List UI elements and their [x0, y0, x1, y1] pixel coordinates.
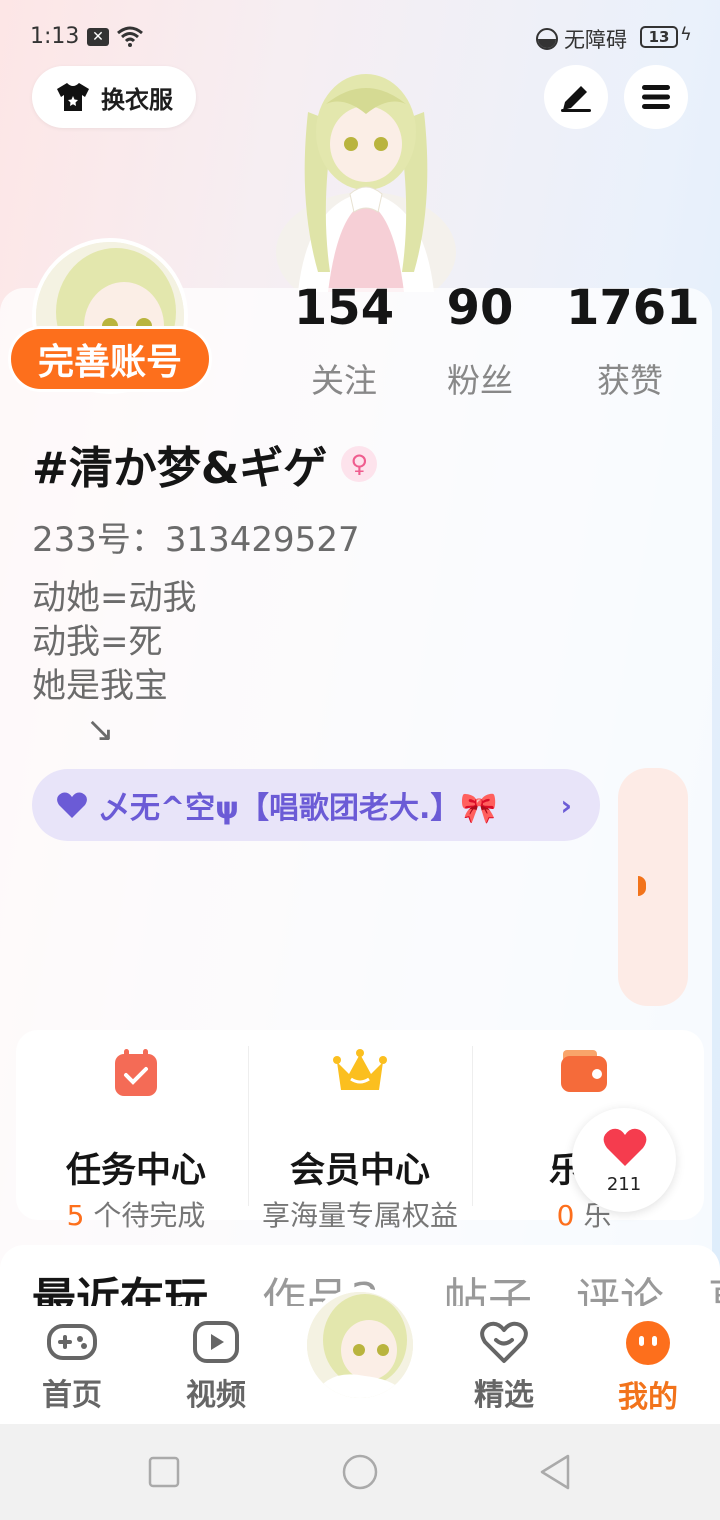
center-avatar-button[interactable]: [303, 1288, 417, 1402]
vip-center-title: 会员中心: [289, 1151, 430, 1191]
heart-icon: [603, 1128, 647, 1166]
heart-icon: [57, 792, 87, 818]
avatar-image: [307, 1292, 413, 1398]
side-banner[interactable]: [618, 768, 688, 1006]
change-outfit-button[interactable]: 换衣服: [32, 66, 196, 128]
gamepad-icon: [47, 1324, 97, 1360]
nav-me[interactable]: 我的: [588, 1320, 708, 1416]
task-center-count: 5: [66, 1199, 85, 1232]
menu-icon: [642, 85, 670, 109]
play-icon: [193, 1321, 239, 1363]
pencil-icon: [561, 86, 591, 112]
chevron-right-icon: ›: [560, 788, 572, 822]
smile-face-icon: [626, 1321, 670, 1365]
task-center-text: 个待完成: [84, 1199, 206, 1232]
nav-home[interactable]: 首页: [12, 1320, 132, 1414]
guild-badge[interactable]: 乄无^空ψ【唱歌团老大.】🎀 ›: [32, 769, 600, 841]
bio: 动她=动我 动我=死 她是我宝 ↘: [32, 578, 197, 750]
character-figure[interactable]: [268, 52, 464, 292]
task-center-entry[interactable]: 任务中心 5 个待完成: [24, 1030, 248, 1232]
nav-video-label: 视频: [186, 1378, 246, 1413]
nav-video[interactable]: 视频: [156, 1320, 276, 1414]
recent-apps-icon[interactable]: [148, 1456, 180, 1488]
stat-following-label: 关注: [311, 361, 377, 400]
stat-following-value: 154: [293, 280, 395, 336]
nickname-row: #清か梦&ギゲ ♀: [32, 432, 378, 496]
task-center-subtitle: 5 个待完成: [24, 1194, 248, 1234]
accessibility-label: 无障碍: [564, 28, 627, 52]
calendar-check-icon: [115, 1049, 157, 1096]
status-time: 1:13: [30, 24, 80, 49]
nav-me-label: 我的: [618, 1380, 678, 1415]
back-triangle-icon[interactable]: [538, 1453, 572, 1491]
nav-home-label: 首页: [42, 1378, 102, 1413]
crown-icon: [333, 1049, 387, 1090]
stat-followers-value: 90: [446, 280, 514, 336]
coins-subtitle: 0 乐: [472, 1194, 696, 1234]
edit-button[interactable]: [544, 65, 608, 129]
nav-featured[interactable]: 精选: [444, 1320, 564, 1414]
change-outfit-label: 换衣服: [101, 85, 173, 114]
charging-icon: ϟ: [680, 24, 692, 45]
stat-likes[interactable]: 1761 获赞: [566, 280, 700, 402]
stat-likes-value: 1761: [566, 280, 700, 336]
system-nav-bar: [0, 1424, 720, 1520]
banner-marker: [638, 876, 646, 896]
wallet-icon: [561, 1050, 607, 1092]
nickname: #清か梦&ギゲ: [32, 443, 328, 494]
stat-likes-label: 获赞: [597, 361, 663, 400]
stat-followers-label: 粉丝: [447, 361, 513, 400]
female-icon: ♀: [341, 446, 378, 482]
complete-account-button[interactable]: 完善账号: [8, 326, 212, 392]
likes-float-button[interactable]: 211: [572, 1108, 676, 1212]
vip-center-subtitle: 享海量专属权益: [248, 1194, 472, 1234]
stat-followers[interactable]: 90 粉丝: [430, 282, 530, 402]
sim-icon: ✕: [87, 28, 109, 46]
home-circle-icon[interactable]: [341, 1453, 379, 1491]
heart-outline-icon: [480, 1321, 528, 1363]
task-center-title: 任务中心: [65, 1151, 206, 1191]
nav-featured-label: 精选: [474, 1378, 534, 1413]
vip-center-text: 享海量专属权益: [261, 1199, 458, 1232]
wifi-icon: [117, 26, 143, 47]
battery-icon: 13: [640, 26, 678, 48]
coins-count: 0: [556, 1199, 575, 1232]
accessibility-icon: [536, 28, 558, 50]
shirt-icon: [57, 83, 89, 111]
user-id[interactable]: 233号：313429527: [32, 512, 360, 561]
accessibility-indicator: 无障碍: [536, 24, 627, 54]
likes-count: 211: [606, 1174, 642, 1195]
stat-following[interactable]: 154 关注: [292, 282, 396, 402]
guild-name: 乄无^空ψ【唱歌团老大.】🎀: [100, 791, 498, 826]
vip-center-entry[interactable]: 会员中心 享海量专属权益: [248, 1030, 472, 1232]
menu-button[interactable]: [624, 65, 688, 129]
